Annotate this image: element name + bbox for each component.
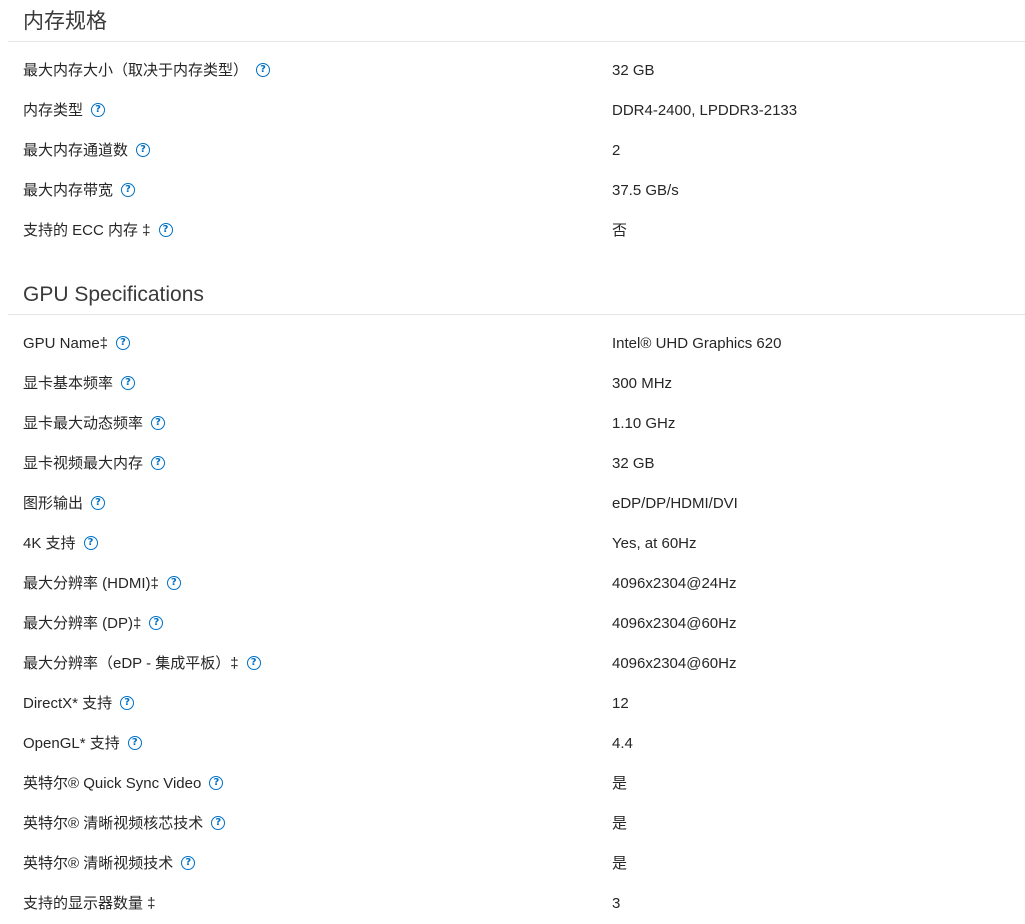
help-icon[interactable]: ?: [166, 575, 181, 590]
help-icon[interactable]: ?: [91, 495, 106, 510]
help-icon[interactable]: ?: [209, 775, 224, 790]
help-icon[interactable]: ?: [136, 142, 151, 157]
spec-label: 显卡视频最大内存: [23, 455, 144, 472]
help-icon[interactable]: ?: [127, 735, 142, 750]
spec-value: 4096x2304@60Hz: [612, 615, 737, 632]
spec-label: 英特尔® 清晰视频核芯技术: [23, 815, 204, 832]
spec-row-memory-types: 内存类型? DDR4-2400, LPDDR3-2133: [0, 91, 1025, 131]
spec-value: 37.5 GB/s: [612, 182, 679, 199]
help-icon[interactable]: ?: [151, 415, 166, 430]
spec-label: 内存类型: [23, 102, 84, 119]
spec-row-max-memory-bandwidth: 最大内存带宽? 37.5 GB/s: [0, 171, 1025, 211]
spec-value: 3: [612, 895, 621, 912]
spec-label: OpenGL* 支持: [23, 735, 120, 752]
help-icon[interactable]: ?: [121, 182, 136, 197]
spec-value: 32 GB: [612, 62, 655, 79]
spec-label: 英特尔® 清晰视频技术: [23, 855, 174, 872]
spec-value: 否: [612, 222, 628, 239]
help-icon[interactable]: ?: [181, 855, 196, 870]
spec-value: DDR4-2400, LPDDR3-2133: [612, 102, 798, 119]
spec-row-graphics-output: 图形输出? eDP/DP/HDMI/DVI: [0, 484, 1025, 524]
spec-label: 显卡最大动态频率: [23, 415, 144, 432]
spec-value: Intel® UHD Graphics 620: [612, 335, 782, 352]
spec-row-displays-supported: 支持的显示器数量 ‡ 3: [0, 884, 1025, 924]
spec-row-graphics-base-frequency: 显卡基本频率? 300 MHz: [0, 364, 1025, 404]
spec-row-ecc-memory: 支持的 ECC 内存 ‡? 否: [0, 211, 1025, 251]
help-icon[interactable]: ?: [83, 535, 98, 550]
spec-label: 支持的显示器数量 ‡: [23, 895, 156, 912]
spec-value: 4096x2304@24Hz: [612, 575, 737, 592]
spec-row-directx-support: DirectX* 支持? 12: [0, 684, 1025, 724]
spec-label: 4K 支持: [23, 535, 76, 552]
spec-row-max-resolution-hdmi: 最大分辨率 (HDMI)‡? 4096x2304@24Hz: [0, 564, 1025, 604]
help-icon[interactable]: ?: [91, 102, 106, 117]
spec-label: 最大内存通道数: [23, 142, 129, 159]
spec-label: 最大内存大小（取决于内存类型）: [23, 62, 249, 79]
spec-row-clear-video: 英特尔® 清晰视频技术? 是: [0, 844, 1025, 884]
spec-row-opengl-support: OpenGL* 支持? 4.4: [0, 724, 1025, 764]
spec-value: 2: [612, 142, 621, 159]
spec-label: DirectX* 支持: [23, 695, 113, 712]
spec-label: 图形输出: [23, 495, 84, 512]
help-icon[interactable]: ?: [246, 655, 261, 670]
help-icon[interactable]: ?: [120, 695, 135, 710]
help-icon[interactable]: ?: [121, 375, 136, 390]
spec-value: 4096x2304@60Hz: [612, 655, 737, 672]
spec-label: GPU Name‡: [23, 335, 109, 352]
spec-row-max-memory-channels: 最大内存通道数? 2: [0, 131, 1025, 171]
spec-label: 最大分辨率 (HDMI)‡: [23, 575, 159, 592]
spec-label: 最大内存带宽: [23, 182, 114, 199]
spec-row-clear-video-hd: 英特尔® 清晰视频核芯技术? 是: [0, 804, 1025, 844]
spec-value: 是: [612, 775, 628, 792]
gpu-section-divider: [8, 314, 1025, 315]
spec-row-max-memory-size: 最大内存大小（取决于内存类型）? 32 GB: [0, 51, 1025, 91]
help-icon[interactable]: ?: [158, 222, 173, 237]
spec-value: 12: [612, 695, 629, 712]
spec-value: 300 MHz: [612, 375, 673, 392]
help-icon[interactable]: ?: [211, 815, 226, 830]
spec-value: 32 GB: [612, 455, 655, 472]
help-icon[interactable]: ?: [151, 455, 166, 470]
spec-label: 支持的 ECC 内存 ‡: [23, 222, 151, 239]
memory-section-divider: [8, 41, 1025, 42]
help-icon[interactable]: ?: [116, 335, 131, 350]
spec-row-quick-sync-video: 英特尔® Quick Sync Video? 是: [0, 764, 1025, 804]
help-icon[interactable]: ?: [149, 615, 164, 630]
spec-value: 1.10 GHz: [612, 415, 676, 432]
spec-row-graphics-max-dynamic-frequency: 显卡最大动态频率? 1.10 GHz: [0, 404, 1025, 444]
spec-value: eDP/DP/HDMI/DVI: [612, 495, 738, 512]
spec-row-max-resolution-dp: 最大分辨率 (DP)‡? 4096x2304@60Hz: [0, 604, 1025, 644]
spec-value: 4.4: [612, 735, 633, 752]
spec-row-max-resolution-edp: 最大分辨率（eDP - 集成平板）‡? 4096x2304@60Hz: [0, 644, 1025, 684]
spec-row-graphics-video-max-memory: 显卡视频最大内存? 32 GB: [0, 444, 1025, 484]
spec-label: 显卡基本频率: [23, 375, 114, 392]
spec-label: 英特尔® Quick Sync Video: [23, 775, 202, 792]
spec-value: 是: [612, 815, 628, 832]
memory-section-title: 内存规格: [23, 10, 107, 33]
help-icon[interactable]: ?: [256, 62, 271, 77]
spec-label: 最大分辨率（eDP - 集成平板）‡: [23, 655, 239, 672]
spec-row-4k-support: 4K 支持? Yes, at 60Hz: [0, 524, 1025, 564]
gpu-section-title: GPU Specifications: [23, 283, 204, 306]
spec-value: 是: [612, 855, 628, 872]
spec-row-gpu-name: GPU Name‡? Intel® UHD Graphics 620: [0, 324, 1025, 364]
spec-value: Yes, at 60Hz: [612, 535, 697, 552]
spec-label: 最大分辨率 (DP)‡: [23, 615, 142, 632]
